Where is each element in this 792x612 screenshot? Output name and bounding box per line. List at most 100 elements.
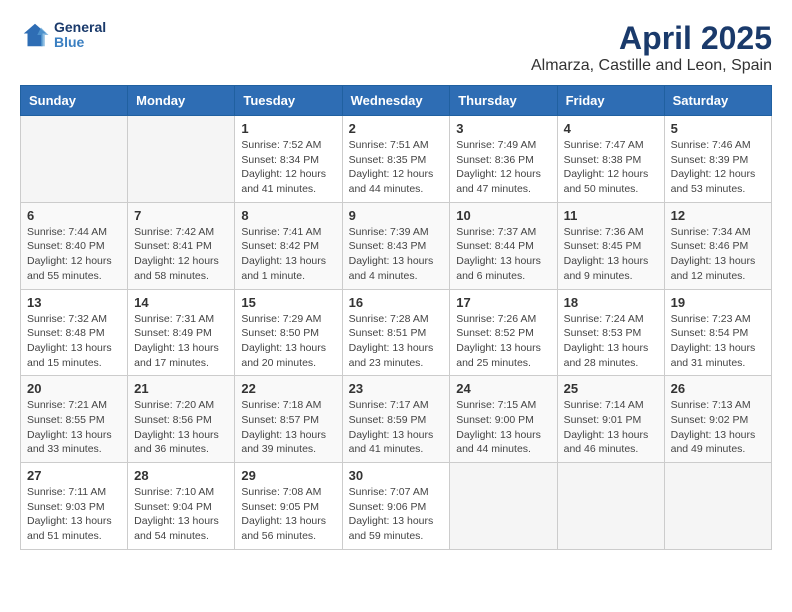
logo-line1: General xyxy=(54,20,106,35)
day-number: 18 xyxy=(564,295,658,310)
day-info: Sunrise: 7:26 AMSunset: 8:52 PMDaylight:… xyxy=(456,312,550,371)
day-number: 20 xyxy=(27,381,121,396)
weekday-header: Tuesday xyxy=(235,86,342,116)
day-number: 27 xyxy=(27,468,121,483)
day-info: Sunrise: 7:28 AMSunset: 8:51 PMDaylight:… xyxy=(349,312,444,371)
day-number: 14 xyxy=(134,295,228,310)
day-number: 13 xyxy=(27,295,121,310)
calendar-cell: 27 Sunrise: 7:11 AMSunset: 9:03 PMDayligh… xyxy=(21,463,128,550)
calendar-cell: 30Sunrise: 7:07 AMSunset: 9:06 PMDayligh… xyxy=(342,463,450,550)
calendar-subtitle: Almarza, Castille and Leon, Spain xyxy=(531,57,772,75)
weekday-header: Wednesday xyxy=(342,86,450,116)
calendar-cell: 28Sunrise: 7:10 AMSunset: 9:04 PMDayligh… xyxy=(128,463,235,550)
day-number: 24 xyxy=(456,381,550,396)
calendar-week-row: 20 Sunrise: 7:21 AMSunset: 8:55 PMDayligh… xyxy=(21,376,772,463)
day-info: Sunrise: 7:41 AMSunset: 8:42 PMDaylight:… xyxy=(241,225,335,284)
day-info: Sunrise: 7:21 AMSunset: 8:55 PMDaylight:… xyxy=(27,398,121,457)
day-info: Sunrise: 7:15 AMSunset: 9:00 PMDaylight:… xyxy=(456,398,550,457)
day-info: Sunrise: 7:20 AMSunset: 8:56 PMDaylight:… xyxy=(134,398,228,457)
calendar-cell: 9 Sunrise: 7:39 AMSunset: 8:43 PMDaylight… xyxy=(342,202,450,289)
day-number: 21 xyxy=(134,381,228,396)
calendar-cell xyxy=(450,463,557,550)
day-number: 7 xyxy=(134,208,228,223)
day-info: Sunrise: 7:49 AMSunset: 8:36 PMDaylight:… xyxy=(456,138,550,197)
day-number: 23 xyxy=(349,381,444,396)
calendar-cell: 19 Sunrise: 7:23 AMSunset: 8:54 PMDayligh… xyxy=(664,289,771,376)
day-number: 10 xyxy=(456,208,550,223)
day-number: 1 xyxy=(241,121,335,136)
day-info: Sunrise: 7:42 AMSunset: 8:41 PMDaylight:… xyxy=(134,225,228,284)
calendar-cell: 5 Sunrise: 7:46 AMSunset: 8:39 PMDaylight… xyxy=(664,116,771,203)
calendar-cell: 29Sunrise: 7:08 AMSunset: 9:05 PMDayligh… xyxy=(235,463,342,550)
weekday-header: Saturday xyxy=(664,86,771,116)
day-number: 2 xyxy=(349,121,444,136)
day-number: 19 xyxy=(671,295,765,310)
calendar-cell: 23 Sunrise: 7:17 AMSunset: 8:59 PMDayligh… xyxy=(342,376,450,463)
calendar-week-row: 1 Sunrise: 7:52 AMSunset: 8:34 PMDaylight… xyxy=(21,116,772,203)
day-info: Sunrise: 7:46 AMSunset: 8:39 PMDaylight:… xyxy=(671,138,765,197)
calendar-cell: 20 Sunrise: 7:21 AMSunset: 8:55 PMDayligh… xyxy=(21,376,128,463)
day-number: 8 xyxy=(241,208,335,223)
day-info: Sunrise: 7:18 AMSunset: 8:57 PMDaylight:… xyxy=(241,398,335,457)
day-number: 6 xyxy=(27,208,121,223)
calendar-cell: 21 Sunrise: 7:20 AMSunset: 8:56 PMDayligh… xyxy=(128,376,235,463)
logo-icon xyxy=(20,20,50,50)
day-info: Sunrise: 7:23 AMSunset: 8:54 PMDaylight:… xyxy=(671,312,765,371)
calendar-cell: 24 Sunrise: 7:15 AMSunset: 9:00 PMDayligh… xyxy=(450,376,557,463)
calendar-cell: 1 Sunrise: 7:52 AMSunset: 8:34 PMDaylight… xyxy=(235,116,342,203)
calendar-cell: 22Sunrise: 7:18 AMSunset: 8:57 PMDayligh… xyxy=(235,376,342,463)
calendar-cell xyxy=(557,463,664,550)
day-info: Sunrise: 7:32 AMSunset: 8:48 PMDaylight:… xyxy=(27,312,121,371)
day-info: Sunrise: 7:17 AMSunset: 8:59 PMDaylight:… xyxy=(349,398,444,457)
weekday-header: Sunday xyxy=(21,86,128,116)
calendar-cell: 6 Sunrise: 7:44 AMSunset: 8:40 PMDaylight… xyxy=(21,202,128,289)
calendar-cell: 17 Sunrise: 7:26 AMSunset: 8:52 PMDayligh… xyxy=(450,289,557,376)
day-number: 30 xyxy=(349,468,444,483)
day-info: Sunrise: 7:34 AMSunset: 8:46 PMDaylight:… xyxy=(671,225,765,284)
weekday-header: Friday xyxy=(557,86,664,116)
calendar-cell: 12 Sunrise: 7:34 AMSunset: 8:46 PMDayligh… xyxy=(664,202,771,289)
calendar-cell: 25Sunrise: 7:14 AMSunset: 9:01 PMDayligh… xyxy=(557,376,664,463)
weekday-header: Monday xyxy=(128,86,235,116)
day-info: Sunrise: 7:37 AMSunset: 8:44 PMDaylight:… xyxy=(456,225,550,284)
logo: General Blue xyxy=(20,20,106,51)
calendar-cell: 16Sunrise: 7:28 AMSunset: 8:51 PMDayligh… xyxy=(342,289,450,376)
calendar-cell xyxy=(664,463,771,550)
calendar-week-row: 6 Sunrise: 7:44 AMSunset: 8:40 PMDaylight… xyxy=(21,202,772,289)
day-info: Sunrise: 7:08 AMSunset: 9:05 PMDaylight:… xyxy=(241,485,335,544)
day-info: Sunrise: 7:10 AMSunset: 9:04 PMDaylight:… xyxy=(134,485,228,544)
calendar-week-row: 13 Sunrise: 7:32 AMSunset: 8:48 PMDayligh… xyxy=(21,289,772,376)
calendar-week-row: 27 Sunrise: 7:11 AMSunset: 9:03 PMDayligh… xyxy=(21,463,772,550)
calendar-table: SundayMondayTuesdayWednesdayThursdayFrid… xyxy=(20,85,772,550)
calendar-cell: 13 Sunrise: 7:32 AMSunset: 8:48 PMDayligh… xyxy=(21,289,128,376)
day-info: Sunrise: 7:51 AMSunset: 8:35 PMDaylight:… xyxy=(349,138,444,197)
day-number: 26 xyxy=(671,381,765,396)
title-area: April 2025 Almarza, Castille and Leon, S… xyxy=(531,20,772,75)
calendar-cell: 15Sunrise: 7:29 AMSunset: 8:50 PMDayligh… xyxy=(235,289,342,376)
day-number: 12 xyxy=(671,208,765,223)
calendar-cell: 2 Sunrise: 7:51 AMSunset: 8:35 PMDaylight… xyxy=(342,116,450,203)
day-number: 3 xyxy=(456,121,550,136)
logo-line2: Blue xyxy=(54,35,106,50)
calendar-cell: 7 Sunrise: 7:42 AMSunset: 8:41 PMDaylight… xyxy=(128,202,235,289)
day-info: Sunrise: 7:39 AMSunset: 8:43 PMDaylight:… xyxy=(349,225,444,284)
day-number: 17 xyxy=(456,295,550,310)
day-number: 9 xyxy=(349,208,444,223)
calendar-cell: 14Sunrise: 7:31 AMSunset: 8:49 PMDayligh… xyxy=(128,289,235,376)
calendar-cell: 4 Sunrise: 7:47 AMSunset: 8:38 PMDaylight… xyxy=(557,116,664,203)
day-number: 15 xyxy=(241,295,335,310)
day-info: Sunrise: 7:47 AMSunset: 8:38 PMDaylight:… xyxy=(564,138,658,197)
day-info: Sunrise: 7:24 AMSunset: 8:53 PMDaylight:… xyxy=(564,312,658,371)
day-info: Sunrise: 7:52 AMSunset: 8:34 PMDaylight:… xyxy=(241,138,335,197)
day-info: Sunrise: 7:36 AMSunset: 8:45 PMDaylight:… xyxy=(564,225,658,284)
calendar-cell: 3 Sunrise: 7:49 AMSunset: 8:36 PMDaylight… xyxy=(450,116,557,203)
day-info: Sunrise: 7:11 AMSunset: 9:03 PMDaylight:… xyxy=(27,485,121,544)
day-info: Sunrise: 7:14 AMSunset: 9:01 PMDaylight:… xyxy=(564,398,658,457)
page-header: General Blue April 2025 Almarza, Castill… xyxy=(20,20,772,75)
day-number: 4 xyxy=(564,121,658,136)
calendar-cell xyxy=(21,116,128,203)
calendar-cell: 18 Sunrise: 7:24 AMSunset: 8:53 PMDayligh… xyxy=(557,289,664,376)
day-number: 5 xyxy=(671,121,765,136)
day-info: Sunrise: 7:44 AMSunset: 8:40 PMDaylight:… xyxy=(27,225,121,284)
day-number: 11 xyxy=(564,208,658,223)
